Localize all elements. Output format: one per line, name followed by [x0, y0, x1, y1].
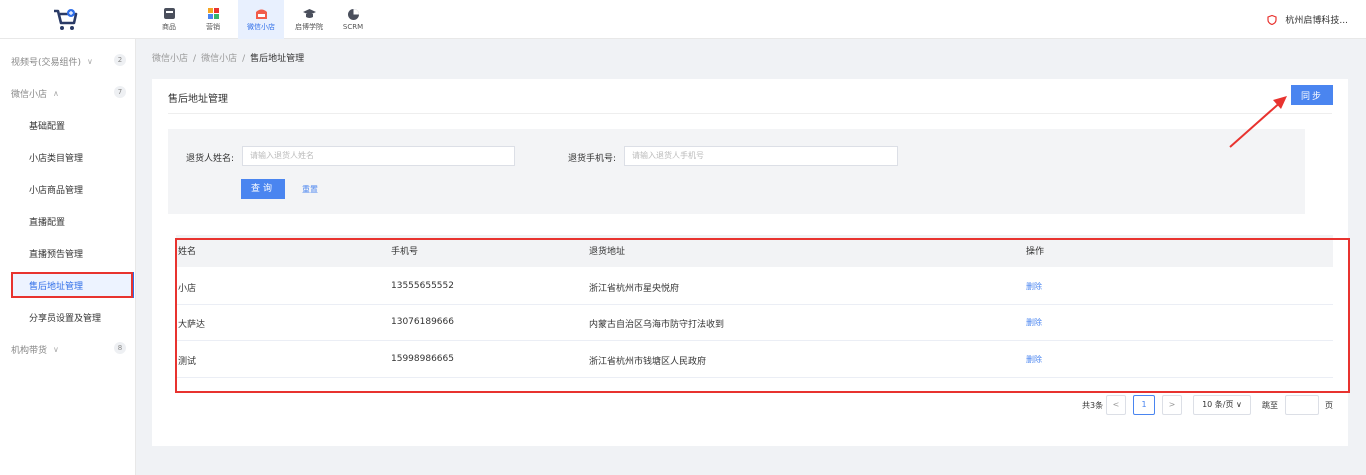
product-icon — [163, 8, 175, 19]
breadcrumb: 微信小店 / 微信小店 / 售后地址管理 — [152, 54, 305, 64]
page-unit-label: 页 — [1325, 401, 1333, 410]
search-panel: 退货人姓名: 请输入退货人姓名 退货手机号: 请输入退货人手机号 查询 重置 — [168, 129, 1305, 214]
nav-scrm[interactable]: SCRM — [334, 0, 372, 39]
group-label: 微信小店 — [11, 89, 48, 100]
breadcrumb-item[interactable]: 微信小店 — [152, 54, 188, 64]
query-button[interactable]: 查询 — [241, 179, 285, 199]
nav-label: 启博学院 — [295, 23, 323, 31]
marketing-icon — [207, 8, 219, 19]
nav-label: 微信小店 — [247, 23, 275, 31]
sidebar-item-basic-config[interactable]: 基础配置 — [12, 112, 134, 138]
sidebar-item-label: 分享员设置及管理 — [29, 313, 102, 324]
company-switcher[interactable]: 杭州启博科技... — [1267, 13, 1348, 26]
prev-page-button[interactable]: < — [1106, 395, 1126, 415]
sidebar-item-live-config[interactable]: 直播配置 — [12, 208, 134, 234]
annotation-arrow-icon — [1229, 96, 1287, 148]
count-badge: 7 — [114, 86, 126, 98]
annotation-highlight-box — [175, 238, 1350, 393]
cart-logo-icon[interactable] — [52, 8, 80, 32]
sidebar: 视频号(交易组件) ∨ 2 微信小店 ∧ 7 基础配置 小店类目管理 小店商品管… — [0, 39, 136, 475]
sidebar-item-label: 小店类目管理 — [29, 153, 84, 164]
chevron-up-icon: ∧ — [53, 88, 59, 98]
sidebar-item-sharer[interactable]: 分享员设置及管理 — [12, 304, 134, 330]
page-size-select[interactable]: 10 条/页 ∨ — [1193, 395, 1251, 415]
sidebar-item-label: 小店商品管理 — [29, 185, 84, 196]
top-nav: 商品 营销 微信小店 启博学院 SCRM — [150, 0, 378, 39]
next-page-button[interactable]: > — [1162, 395, 1182, 415]
chevron-down-icon: ∨ — [87, 56, 93, 66]
annotation-highlight-box — [11, 272, 133, 298]
chevron-down-icon: ∨ — [53, 344, 59, 354]
count-badge: 8 — [114, 342, 126, 354]
nav-label: 营销 — [206, 23, 220, 31]
scrm-icon — [347, 9, 359, 20]
divider — [168, 113, 1332, 114]
nav-marketing[interactable]: 营销 — [194, 0, 232, 39]
company-name: 杭州启博科技... — [1285, 16, 1348, 26]
name-search-input[interactable]: 请输入退货人姓名 — [242, 146, 515, 166]
sync-button[interactable]: 同步 — [1291, 85, 1333, 105]
sidebar-item-live-preview[interactable]: 直播预告管理 — [12, 240, 134, 266]
breadcrumb-item[interactable]: 微信小店 — [201, 54, 237, 64]
nav-label: 商品 — [162, 23, 176, 31]
sidebar-item-label: 基础配置 — [29, 121, 66, 132]
sidebar-group-wechat-shop[interactable]: 微信小店 ∧ 7 — [0, 82, 136, 104]
pagination-total: 共3条 — [1082, 401, 1104, 410]
shield-icon — [1267, 14, 1278, 25]
reset-link[interactable]: 重置 — [302, 184, 318, 195]
page-1-button[interactable]: 1 — [1133, 395, 1155, 415]
sidebar-group-agency[interactable]: 机构带货 ∨ 8 — [0, 338, 136, 360]
breadcrumb-current: 售后地址管理 — [250, 54, 305, 64]
nav-wechat-shop[interactable]: 微信小店 — [238, 0, 284, 39]
top-bar: 商品 营销 微信小店 启博学院 SCRM 杭州启博科技... — [0, 0, 1366, 39]
sidebar-item-label: 直播预告管理 — [29, 249, 84, 260]
academy-icon — [302, 9, 316, 18]
sidebar-item-label: 直播配置 — [29, 217, 66, 228]
phone-search-input[interactable]: 请输入退货人手机号 — [624, 146, 898, 166]
phone-label: 退货手机号: — [568, 154, 617, 164]
jump-page-input[interactable] — [1285, 395, 1319, 415]
sidebar-item-products[interactable]: 小店商品管理 — [12, 176, 134, 202]
group-label: 视频号(交易组件) — [11, 57, 82, 68]
page-title: 售后地址管理 — [168, 94, 228, 105]
page-size-value: 10 条/页 — [1202, 400, 1234, 409]
nav-product[interactable]: 商品 — [150, 0, 188, 39]
jump-label: 跳至 — [1262, 401, 1278, 410]
count-badge: 2 — [114, 54, 126, 66]
sidebar-group-channels[interactable]: 视频号(交易组件) ∨ 2 — [0, 50, 136, 72]
nav-label: SCRM — [342, 23, 364, 31]
sidebar-item-category[interactable]: 小店类目管理 — [12, 144, 134, 170]
shop-icon — [255, 9, 267, 19]
group-label: 机构带货 — [11, 345, 48, 356]
nav-academy[interactable]: 启博学院 — [290, 0, 328, 39]
name-label: 退货人姓名: — [186, 154, 235, 164]
